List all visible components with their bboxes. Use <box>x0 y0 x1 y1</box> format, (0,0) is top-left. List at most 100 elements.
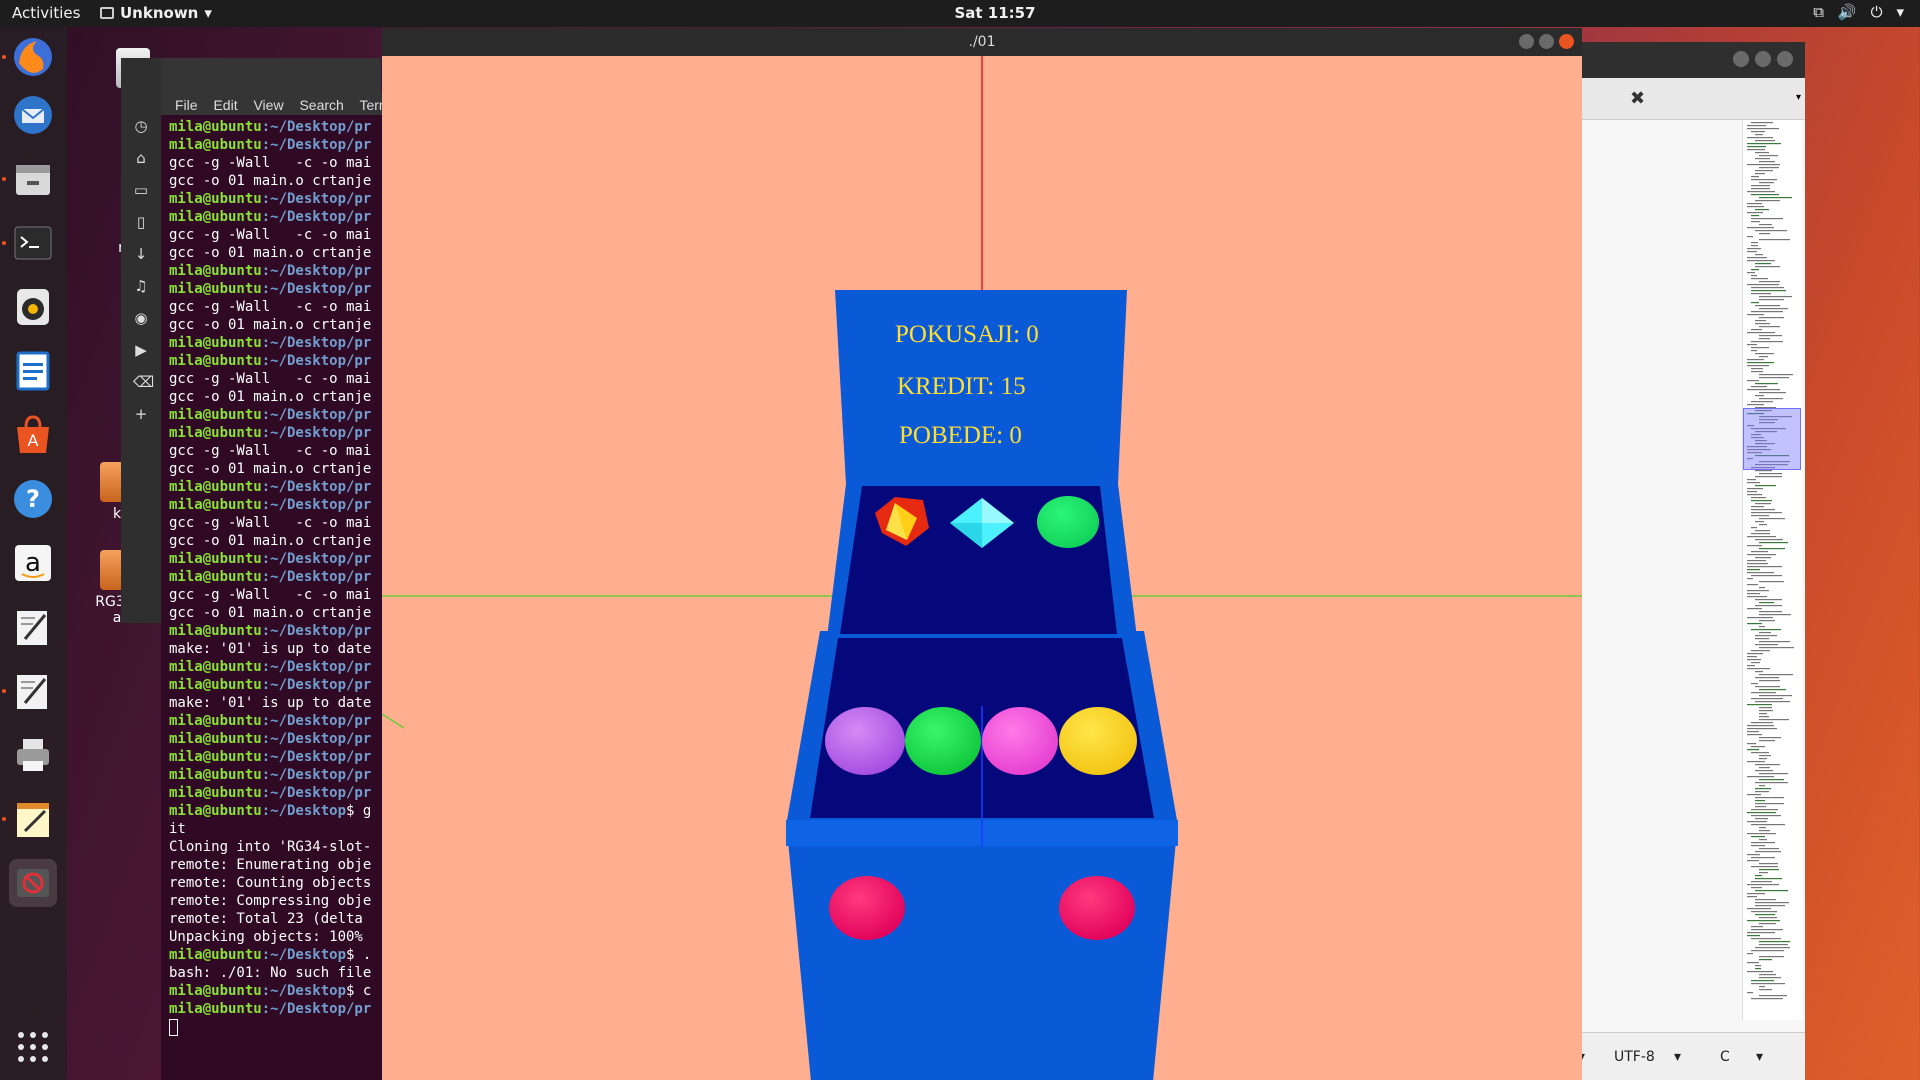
minimap-line <box>1747 314 1764 316</box>
thunderbird-icon[interactable] <box>9 91 57 139</box>
home-icon[interactable]: ⌂ <box>133 142 149 174</box>
chevron-down-icon[interactable]: ▾ <box>1756 1049 1763 1065</box>
volume-icon[interactable]: 🔊 <box>1838 3 1857 21</box>
minimap-line <box>1747 731 1759 733</box>
minimap-viewport[interactable] <box>1743 408 1801 470</box>
chevron-down-icon[interactable]: ▾ <box>1896 3 1904 21</box>
minimap-line <box>1747 494 1762 496</box>
writer-icon[interactable] <box>9 347 57 395</box>
firefox-icon[interactable] <box>9 33 57 81</box>
minimap-line <box>1747 893 1765 895</box>
menu-view[interactable]: View <box>253 97 283 113</box>
gl-canvas[interactable]: POKUSAJI: 0 KREDIT: 15 POBEDE: 0 <box>382 56 1582 1080</box>
minimap-line <box>1751 329 1762 331</box>
prompt-user: mila@ubuntu <box>169 497 262 513</box>
encoding-selector[interactable]: UTF-8 <box>1614 1049 1655 1065</box>
close-button[interactable] <box>1777 51 1793 67</box>
terminal-text: gcc -g -Wall -c -o mai <box>169 227 372 243</box>
minimap-line <box>1747 566 1782 568</box>
menu-search[interactable]: Search <box>299 97 343 113</box>
clock[interactable]: Sat 11:57 <box>0 4 1920 22</box>
amazon-icon[interactable]: a <box>9 539 57 587</box>
minimap-line <box>1759 755 1771 757</box>
prompt-user: mila@ubuntu <box>169 353 262 369</box>
minimap-line <box>1759 641 1790 643</box>
maximize-button[interactable] <box>1539 34 1554 49</box>
close-button[interactable] <box>1559 34 1574 49</box>
spin-button-left[interactable] <box>829 876 905 940</box>
minimap-line <box>1759 995 1787 997</box>
minimap-line <box>1751 950 1784 952</box>
prompt-path: :~/Desktop/pr <box>261 119 372 135</box>
terminal-text: Unpacking objects: 100% <box>169 929 372 945</box>
files-icon[interactable] <box>9 155 57 203</box>
minimap-line <box>1755 158 1770 160</box>
chevron-down-icon[interactable]: ▾ <box>1674 1049 1681 1065</box>
terminal-text: remote: Compressing obje <box>169 893 372 909</box>
text-editor-icon[interactable] <box>9 667 57 715</box>
system-tray[interactable]: ⧉ 🔊 ⏻ ▾ <box>1813 3 1904 21</box>
close-tab-icon[interactable]: ✖ <box>1630 88 1645 109</box>
minimap-line <box>1751 911 1777 913</box>
minimap-line <box>1751 980 1774 982</box>
language-selector[interactable]: C <box>1720 1049 1730 1065</box>
editor-window[interactable]: ✖ ▾ ▾ UTF-8 ▾ C ▾ <box>1570 42 1805 1080</box>
add-icon[interactable]: + <box>133 398 149 430</box>
minimap-line <box>1751 824 1785 826</box>
rhythmbox-icon[interactable] <box>9 283 57 331</box>
minimap-line <box>1747 578 1753 580</box>
download-icon[interactable]: ↓ <box>133 238 149 270</box>
folder-icon[interactable]: ▭ <box>133 174 149 206</box>
terminal-text: gcc -o 01 main.o crtanje <box>169 245 372 261</box>
blocked-app-icon[interactable] <box>9 859 57 907</box>
document-icon[interactable]: ▯ <box>133 206 149 238</box>
chevron-down-icon[interactable]: ▾ <box>1796 92 1801 103</box>
spin-button-right[interactable] <box>1059 876 1135 940</box>
terminal-line: Unpacking objects: 100% <box>169 928 391 946</box>
printer-icon[interactable] <box>9 731 57 779</box>
power-icon[interactable]: ⏻ <box>1871 3 1883 21</box>
minimize-button[interactable] <box>1733 51 1749 67</box>
prompt-path: :~/Desktop/pr <box>261 677 372 693</box>
minimap-line <box>1747 665 1755 667</box>
minimap-line <box>1747 656 1757 658</box>
slot-machine-window[interactable]: ./01 POKUSAJI: 0 KREDIT: 15 POBEDE: 0 <box>382 28 1582 1080</box>
prompt-path: :~/Desktop/pr <box>261 785 372 801</box>
terminal-line: remote: Enumerating obje <box>169 856 391 874</box>
minimap-line <box>1747 776 1774 778</box>
minimize-button[interactable] <box>1519 34 1534 49</box>
video-icon[interactable]: ▶ <box>133 334 149 366</box>
help-icon[interactable]: ? <box>9 475 57 523</box>
minimap-line <box>1759 680 1780 682</box>
trash-icon[interactable]: ⌫ <box>133 366 154 398</box>
terminal-text: remote: Total 23 (delta <box>169 911 372 927</box>
minimap-line <box>1751 809 1778 811</box>
text-editor-icon[interactable] <box>9 603 57 651</box>
maximize-button[interactable] <box>1755 51 1771 67</box>
terminal-output[interactable]: mila@ubuntu:~/Desktop/pr mila@ubuntu:~/De… <box>161 115 391 1036</box>
network-icon[interactable]: ⧉ <box>1813 3 1824 21</box>
minimap-line <box>1751 287 1784 289</box>
terminal-icon[interactable] <box>9 219 57 267</box>
show-apps-icon[interactable] <box>9 1023 57 1071</box>
minimap-line <box>1747 359 1764 361</box>
minimap-line <box>1759 602 1774 604</box>
camera-icon[interactable]: ◉ <box>133 302 149 334</box>
prompt-path: :~/Desktop/pr <box>261 551 372 567</box>
notes-icon[interactable] <box>9 795 57 843</box>
minimap-line <box>1759 632 1771 634</box>
menu-file[interactable]: File <box>175 97 198 113</box>
editor-minimap[interactable] <box>1742 120 1802 1020</box>
terminal-line: mila@ubuntu:~/Desktop/pr <box>169 622 391 640</box>
music-icon[interactable]: ♫ <box>133 270 149 302</box>
minimap-line <box>1751 185 1770 187</box>
menu-edit[interactable]: Edit <box>213 97 237 113</box>
minimap-line <box>1759 542 1788 544</box>
minimap-line <box>1755 605 1782 607</box>
terminal-line: mila@ubuntu:~/Desktop/pr <box>169 784 391 802</box>
terminal-window[interactable]: File Edit View Search Term mila@ubuntu:~… <box>161 93 391 1080</box>
reel-symbol-yellow-ball <box>1059 707 1137 775</box>
software-icon[interactable]: A <box>9 411 57 459</box>
prompt-path: :~/Desktop/pr <box>261 497 372 513</box>
recent-icon[interactable]: ◷ <box>133 110 149 142</box>
